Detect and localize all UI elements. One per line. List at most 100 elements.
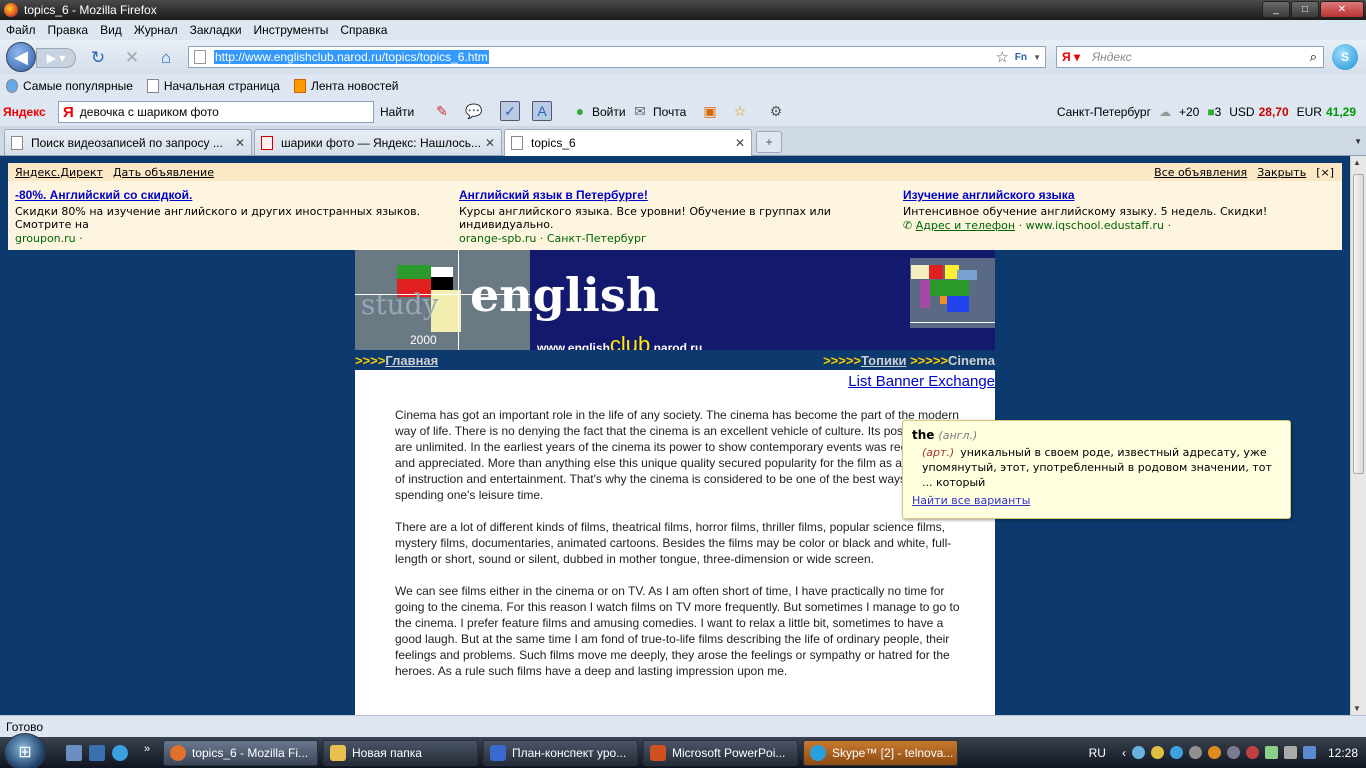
- login-icon[interactable]: ●: [570, 101, 590, 121]
- switch-windows-icon[interactable]: [89, 745, 105, 761]
- translate-icon[interactable]: Fn: [1015, 52, 1027, 63]
- taskbar-powerpoint[interactable]: Microsoft PowerPoi...: [643, 740, 798, 766]
- address-bar[interactable]: http://www.englishclub.narod.ru/topics/t…: [188, 46, 1046, 68]
- traffic-value[interactable]: 3: [1215, 105, 1222, 119]
- menu-view[interactable]: Вид: [100, 23, 122, 37]
- network-icon[interactable]: [1264, 746, 1278, 759]
- ad-url[interactable]: · www.iqschool.edustaff.ru ·: [1019, 219, 1171, 232]
- chevron-down-icon[interactable]: ▼: [1033, 53, 1041, 62]
- close-window-button[interactable]: ✕: [1320, 1, 1364, 18]
- spellcheck-icon[interactable]: ✓: [500, 101, 520, 121]
- yandex-direct-link[interactable]: Яндекс.Директ: [15, 166, 103, 179]
- yandex-logo[interactable]: Яндекс: [3, 105, 46, 119]
- close-tab-icon[interactable]: ✕: [735, 136, 745, 150]
- yandex-query[interactable]: девочка с шариком фото: [80, 105, 219, 119]
- language-indicator[interactable]: RU: [1089, 746, 1106, 760]
- usd-rate[interactable]: 28,70: [1259, 105, 1289, 119]
- back-button[interactable]: ◀: [6, 42, 36, 72]
- volume-icon[interactable]: [1283, 746, 1297, 759]
- all-ads-link[interactable]: Все объявления: [1154, 166, 1247, 179]
- find-all-variants-link[interactable]: Найти все варианты: [912, 494, 1030, 507]
- close-ads-link[interactable]: Закрыть: [1257, 166, 1306, 179]
- new-tab-button[interactable]: +: [756, 131, 782, 153]
- yandex-icon: Я: [63, 103, 74, 121]
- tab-list-icon[interactable]: ▼: [1354, 137, 1362, 146]
- menu-edit[interactable]: Правка: [48, 23, 89, 37]
- tab-topics-6[interactable]: topics_6 ✕: [504, 129, 752, 156]
- show-desktop-icon[interactable]: [66, 745, 82, 761]
- ad-address-link[interactable]: Адрес и телефон: [916, 219, 1015, 232]
- taskbar-skype[interactable]: Skype™ [2] - telnova...: [803, 740, 958, 766]
- post-ad-link[interactable]: Дать объявление: [113, 166, 214, 179]
- yandex-mail-button[interactable]: Почта: [653, 105, 686, 119]
- search-input[interactable]: Яндекс: [1092, 50, 1132, 64]
- ad-url[interactable]: groupon.ru ·: [15, 232, 445, 245]
- scroll-down-icon[interactable]: ▼: [1353, 704, 1361, 713]
- tray-app-icon[interactable]: [1245, 746, 1259, 759]
- tray-app-icon[interactable]: [1150, 746, 1164, 759]
- clock[interactable]: 12:28: [1328, 746, 1358, 760]
- search-icon[interactable]: ⌕: [1310, 49, 1317, 65]
- bookmark-start-page[interactable]: Начальная страница: [146, 79, 280, 93]
- tray-app-icon[interactable]: [1131, 746, 1145, 759]
- yandex-find-button[interactable]: Найти: [380, 105, 414, 119]
- start-button[interactable]: ⊞: [4, 733, 46, 768]
- highlighter-icon[interactable]: ✎: [432, 101, 452, 121]
- ad-title[interactable]: Английский язык в Петербурге!: [459, 188, 869, 202]
- tray-app-icon[interactable]: [1226, 746, 1240, 759]
- ad-url[interactable]: orange-spb.ru · Санкт-Петербург: [459, 232, 869, 245]
- stop-icon[interactable]: ✕: [122, 48, 142, 68]
- favorites-icon[interactable]: ☆: [730, 101, 750, 121]
- tray-app-icon[interactable]: [1188, 746, 1202, 759]
- skype-icon[interactable]: S: [1332, 44, 1358, 70]
- yandex-search-input[interactable]: Я девочка с шариком фото: [58, 101, 374, 123]
- vertical-scrollbar[interactable]: ▲ ▼: [1350, 156, 1366, 715]
- menu-history[interactable]: Журнал: [134, 23, 178, 37]
- translate-icon[interactable]: A: [532, 101, 552, 121]
- scroll-up-icon[interactable]: ▲: [1353, 158, 1361, 167]
- forward-button[interactable]: ▶ ▾: [36, 48, 76, 68]
- taskbar-folder[interactable]: Новая папка: [323, 740, 478, 766]
- internet-explorer-icon[interactable]: [112, 745, 128, 761]
- bookmark-most-visited[interactable]: Самые популярные: [6, 79, 133, 93]
- quicklaunch-more-icon[interactable]: »: [144, 743, 150, 755]
- comment-icon[interactable]: 💬: [464, 101, 484, 121]
- eur-rate[interactable]: 41,29: [1326, 105, 1356, 119]
- reload-icon[interactable]: ↻: [88, 48, 108, 68]
- yandex-search-icon[interactable]: Я ▾: [1062, 50, 1080, 64]
- gear-icon[interactable]: ⚙: [766, 101, 786, 121]
- menu-bookmarks[interactable]: Закладки: [190, 23, 242, 37]
- breadcrumb-topics-link[interactable]: Топики: [861, 353, 906, 368]
- ad-title[interactable]: -80%. Английский со скидкой.: [15, 188, 445, 202]
- menu-file[interactable]: Файл: [6, 23, 36, 37]
- search-box[interactable]: Я ▾ Яндекс ⌕: [1056, 46, 1324, 68]
- mail-icon[interactable]: ✉: [630, 101, 650, 121]
- menu-tools[interactable]: Инструменты: [254, 23, 329, 37]
- ad-title[interactable]: Изучение английского языка: [903, 188, 1333, 202]
- weather-value[interactable]: +20: [1179, 105, 1199, 119]
- tab-video-search[interactable]: Поиск видеозаписей по запросу ... ✕: [4, 129, 252, 155]
- taskbar-word[interactable]: План-конспект уро...: [483, 740, 638, 766]
- menu-help[interactable]: Справка: [340, 23, 387, 37]
- bookmark-news-feed[interactable]: Лента новостей: [293, 79, 398, 93]
- close-ads-icon[interactable]: [×]: [1316, 166, 1334, 179]
- maximize-button[interactable]: □: [1291, 1, 1319, 18]
- list-banner-exchange-link[interactable]: List Banner Exchange: [848, 373, 995, 390]
- bookmark-star-icon[interactable]: ☆: [996, 48, 1009, 66]
- tray-expand-icon[interactable]: ‹: [1122, 746, 1126, 760]
- city-label[interactable]: Санкт-Петербург: [1057, 105, 1151, 119]
- breadcrumb-home-link[interactable]: Главная: [385, 353, 438, 368]
- tray-app-icon[interactable]: [1207, 746, 1221, 759]
- yandex-login-button[interactable]: Войти: [592, 105, 626, 119]
- market-icon[interactable]: ▣: [700, 101, 720, 121]
- taskbar-firefox[interactable]: topics_6 - Mozilla Fi...: [163, 740, 318, 766]
- scroll-thumb[interactable]: [1353, 174, 1364, 474]
- close-tab-icon[interactable]: ✕: [485, 136, 495, 150]
- minimize-button[interactable]: _: [1262, 1, 1290, 18]
- tray-app-icon[interactable]: [1302, 746, 1316, 759]
- close-tab-icon[interactable]: ✕: [235, 136, 245, 150]
- url-text[interactable]: http://www.englishclub.narod.ru/topics/t…: [214, 50, 489, 64]
- home-icon[interactable]: ⌂: [156, 48, 176, 68]
- tab-yandex-search[interactable]: шарики фото — Яндекс: Нашлось... ✕: [254, 129, 502, 155]
- tray-skype-icon[interactable]: [1169, 746, 1183, 759]
